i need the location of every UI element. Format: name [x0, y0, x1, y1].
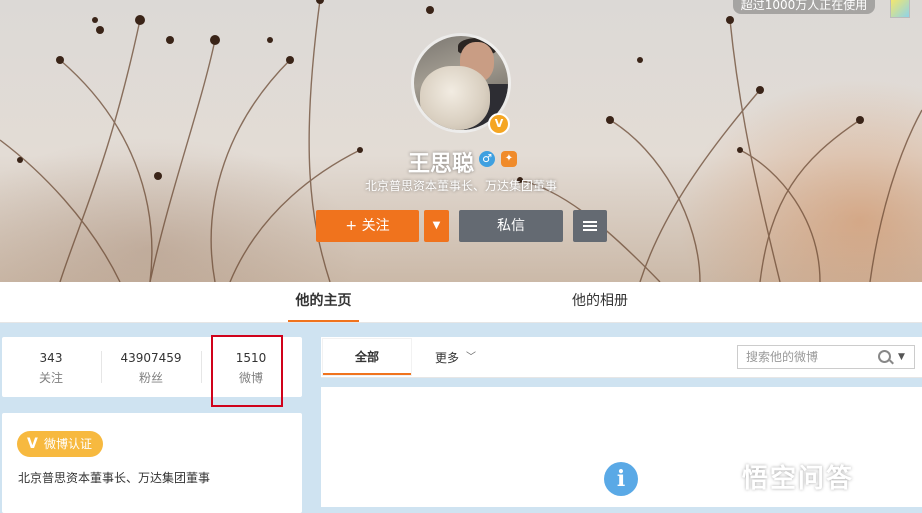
info-icon: i — [604, 462, 638, 496]
tab-home[interactable]: 他的主页 — [288, 282, 359, 322]
verification-card — [2, 413, 302, 513]
caret-down-icon: ▼ — [432, 220, 441, 231]
search-icon[interactable] — [878, 350, 891, 363]
stat-following-label: 关注 — [38, 371, 63, 385]
follow-button[interactable]: + 关注 — [316, 210, 419, 242]
feed-search-box: ▼ — [737, 345, 915, 369]
weibo-verified-badge[interactable]: V 微博认证 — [17, 431, 103, 457]
message-button[interactable]: 私信 — [459, 210, 563, 242]
more-menu-button[interactable] — [573, 210, 607, 242]
chevron-down-icon[interactable]: ﹀ — [466, 348, 476, 363]
verification-description: 北京普思资本董事长、万达集团董事 — [18, 471, 211, 485]
profile-description: 北京普思资本董事长、万达集团董事 — [364, 179, 557, 193]
wukong-logo-icon — [708, 460, 736, 486]
skin-theme-icon[interactable] — [890, 0, 910, 18]
stat-followers-label: 粉丝 — [138, 371, 163, 385]
follow-options-button[interactable]: ▼ — [424, 210, 449, 242]
profile-name: 王思聪 — [408, 152, 475, 177]
male-icon: ♂ — [479, 151, 495, 167]
stat-following-count: 343 — [39, 351, 63, 365]
watermark-text: 悟空问答 — [742, 464, 855, 494]
tab-albums[interactable]: 他的相册 — [572, 282, 628, 322]
stat-followers[interactable]: 43907459 粉丝 — [102, 337, 200, 397]
feed-tab-more[interactable]: 更多 — [435, 349, 459, 366]
profile-tabs: 他的主页 他的相册 — [0, 282, 922, 323]
menu-icon-line — [583, 225, 597, 227]
menu-icon-line — [583, 221, 597, 223]
level-badge-icon[interactable]: ✦ — [501, 151, 517, 167]
verified-badge-label: 微博认证 — [44, 437, 93, 451]
menu-icon-line — [583, 229, 597, 231]
search-dropdown-icon[interactable]: ▼ — [898, 352, 905, 362]
avatar-dog — [420, 66, 490, 130]
verified-icon[interactable]: V — [488, 113, 510, 135]
stat-followers-count: 43907459 — [120, 351, 182, 365]
online-users-badge: 超过1000万人正在使用 — [733, 0, 875, 14]
profile-cover: 超过1000万人正在使用 V 王思聪 ♂ ✦ 北京普思资本董事长、万达集团董事 … — [0, 0, 922, 282]
stat-following[interactable]: 343 关注 — [2, 337, 100, 397]
search-input[interactable] — [746, 349, 866, 365]
highlight-annotation-box — [211, 335, 283, 407]
verified-v-icon: V — [27, 436, 38, 452]
feed-tab-all[interactable]: 全部 — [323, 339, 411, 375]
